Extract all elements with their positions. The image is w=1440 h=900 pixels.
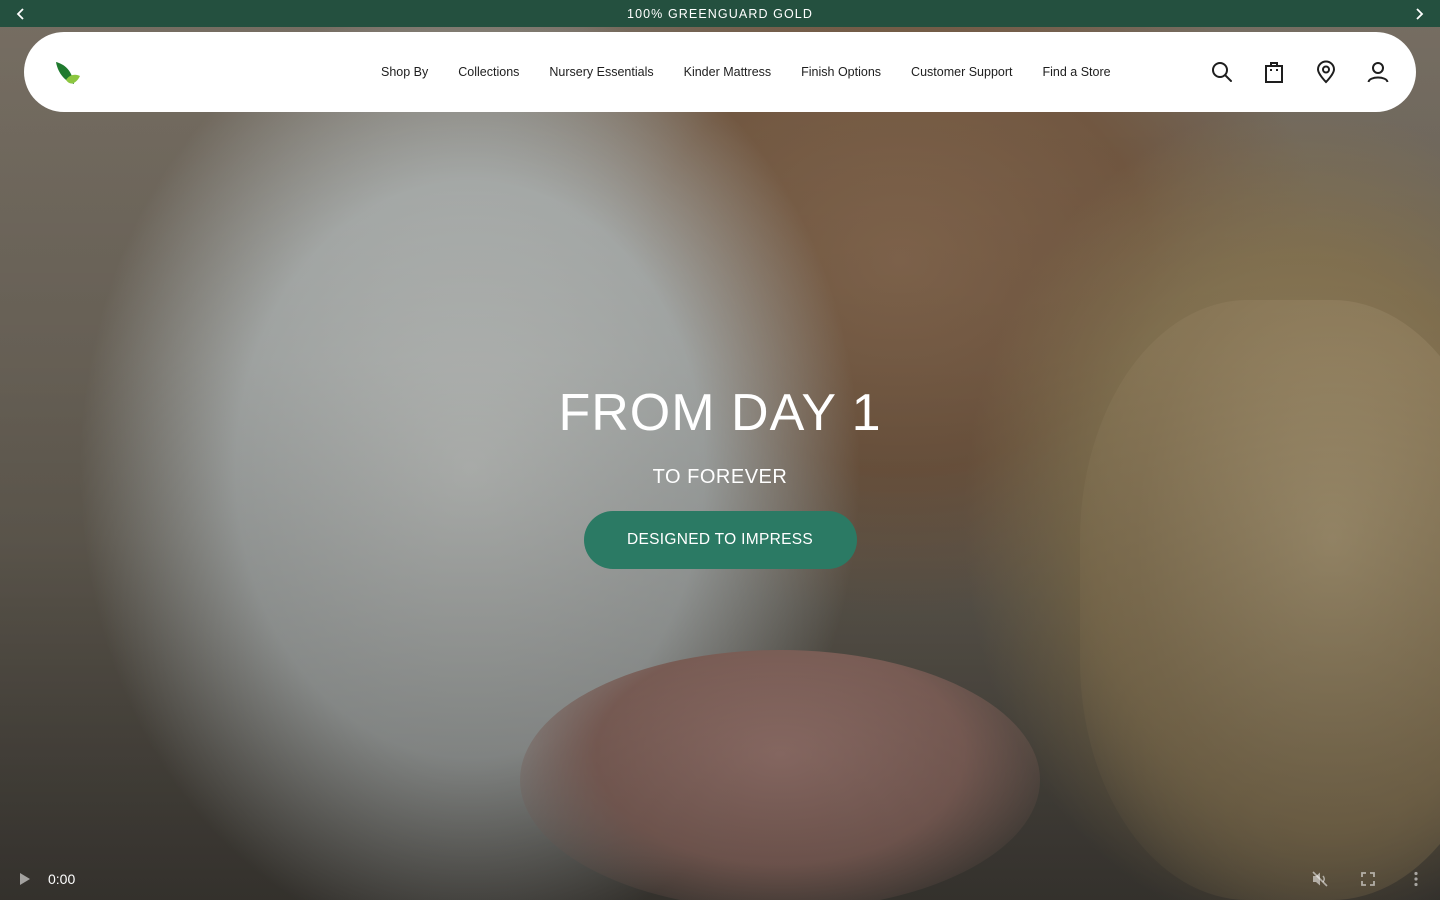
shopping-bag-icon (1265, 62, 1283, 83)
account-button[interactable] (1366, 60, 1390, 84)
hero-subtitle: TO FOREVER (652, 466, 788, 488)
search-icon (1212, 62, 1232, 82)
more-options-icon (1414, 871, 1418, 887)
video-play-button[interactable] (14, 869, 34, 889)
announcement-message: 100% GREENGUARD GOLD (627, 6, 813, 21)
video-fullscreen-button[interactable] (1358, 869, 1378, 889)
video-mute-button[interactable] (1310, 869, 1330, 889)
hero-content: FROM DAY 1 TO FOREVER DESIGNED TO IMPRES… (0, 380, 1440, 569)
account-icon (1367, 62, 1389, 83)
nav-find-a-store[interactable]: Find a Store (1027, 65, 1125, 79)
header-actions (1210, 32, 1390, 112)
nav-collections[interactable]: Collections (443, 65, 534, 79)
fullscreen-icon (1361, 872, 1375, 886)
chevron-left-icon (16, 8, 24, 20)
search-button[interactable] (1210, 60, 1234, 84)
nav-finish-options[interactable]: Finish Options (786, 65, 896, 79)
play-icon (20, 873, 30, 885)
video-time: 0:00 (48, 871, 76, 887)
video-controls: 0:00 (0, 858, 1440, 900)
nav-kinder-mattress[interactable]: Kinder Mattress (669, 65, 787, 79)
hero-cta-button[interactable]: DESIGNED TO IMPRESS (583, 511, 857, 569)
announcement-next-button[interactable] (1409, 4, 1429, 24)
location-pin-icon (1316, 60, 1336, 84)
nav-customer-support[interactable]: Customer Support (896, 65, 1027, 79)
nav-shop-by[interactable]: Shop By (366, 65, 443, 79)
store-locator-button[interactable] (1314, 60, 1338, 84)
main-nav: Shop By Collections Nursery Essentials K… (366, 32, 1126, 112)
video-more-button[interactable] (1406, 869, 1426, 889)
site-logo[interactable] (54, 60, 82, 88)
chevron-right-icon (1416, 8, 1424, 20)
nav-nursery-essentials[interactable]: Nursery Essentials (534, 65, 668, 79)
leaf-logo-icon (56, 62, 80, 84)
announcement-prev-button[interactable] (11, 4, 31, 24)
announcement-bar: 100% GREENGUARD GOLD (0, 0, 1440, 27)
hero-title: FROM DAY 1 (558, 384, 882, 442)
cart-button[interactable] (1262, 60, 1286, 84)
site-header: Shop By Collections Nursery Essentials K… (24, 32, 1416, 112)
muted-icon (1312, 871, 1328, 887)
